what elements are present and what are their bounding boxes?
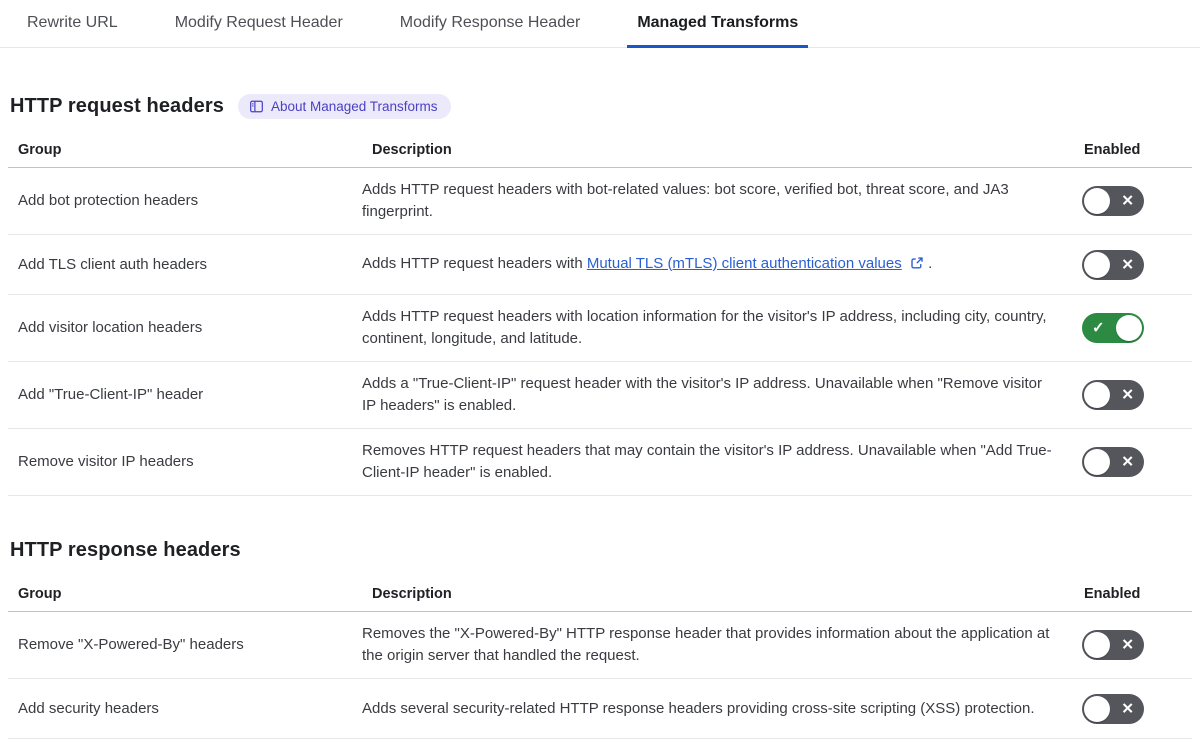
- table-row: Remove "X-Powered-By" headers Removes th…: [8, 612, 1192, 679]
- response-section-title: HTTP response headers: [10, 538, 241, 561]
- description-cell: Adds a "True-Client-IP" request header w…: [362, 375, 1042, 414]
- enabled-toggle[interactable]: ✓ ✕: [1082, 693, 1144, 724]
- request-headers-table: Group Description Enabled Add bot protec…: [8, 134, 1192, 496]
- response-headers-table: Group Description Enabled Remove "X-Powe…: [8, 578, 1192, 739]
- group-cell: Remove visitor IP headers: [18, 453, 194, 470]
- cross-icon: ✕: [1121, 256, 1134, 273]
- group-cell: Add security headers: [18, 699, 159, 717]
- column-header-description: Description: [372, 142, 452, 158]
- toggle-knob: [1084, 695, 1110, 722]
- cross-icon: ✕: [1121, 453, 1134, 471]
- description-cell: Removes HTTP request headers that may co…: [362, 442, 1052, 481]
- enabled-toggle[interactable]: ✓ ✕: [1082, 186, 1144, 216]
- check-icon: ✓: [1092, 319, 1105, 337]
- cross-icon: ✕: [1121, 386, 1134, 404]
- column-header-enabled: Enabled: [1084, 142, 1141, 158]
- book-icon: [249, 99, 264, 114]
- table-row: Remove visitor IP headers Removes HTTP r…: [8, 429, 1192, 496]
- table-header-row: Group Description Enabled: [8, 134, 1192, 168]
- tab-modify-request-header[interactable]: Modify Request Header: [165, 1, 353, 48]
- group-cell: Add TLS client auth headers: [18, 255, 208, 273]
- description-cell: Adds HTTP request headers with Mutual TL…: [362, 242, 1082, 288]
- group-cell: Add bot protection headers: [18, 192, 199, 209]
- group-cell: Remove "X-Powered-By" headers: [18, 636, 244, 653]
- table-row: Add security headers Adds several securi…: [8, 679, 1192, 739]
- toggle-knob: [1084, 251, 1110, 278]
- column-header-group: Group: [18, 586, 62, 602]
- cross-icon: ✕: [1121, 700, 1134, 717]
- tab-modify-response-header[interactable]: Modify Response Header: [390, 1, 591, 48]
- about-managed-transforms-label: About Managed Transforms: [270, 98, 438, 114]
- about-managed-transforms-link[interactable]: About Managed Transforms: [237, 93, 451, 119]
- enabled-toggle[interactable]: ✓ ✕: [1082, 380, 1144, 410]
- request-section-title: HTTP request headers: [10, 94, 224, 117]
- table-row: Add bot protection headers Adds HTTP req…: [8, 168, 1192, 235]
- description-cell: Removes the "X-Powered-By" HTTP response…: [362, 625, 1050, 664]
- group-cell: Add visitor location headers: [18, 319, 203, 336]
- tab-bar: Rewrite URL Modify Request Header Modify…: [0, 0, 1200, 48]
- description-cell: Adds HTTP request headers with bot-relat…: [362, 181, 1009, 220]
- tab-managed-transforms[interactable]: Managed Transforms: [627, 1, 809, 48]
- request-headers-section: HTTP request headers About Managed Trans…: [8, 92, 1192, 496]
- table-row: Add "True-Client-IP" header Adds a "True…: [8, 362, 1192, 429]
- column-header-group: Group: [18, 142, 62, 158]
- description-cell: Adds HTTP request headers with location …: [362, 308, 1047, 347]
- response-headers-section: HTTP response headers Group Description …: [8, 536, 1192, 739]
- group-cell: Add "True-Client-IP" header: [18, 386, 204, 403]
- table-row: Add TLS client auth headers Adds HTTP re…: [8, 235, 1192, 295]
- table-row: Add visitor location headers Adds HTTP r…: [8, 295, 1192, 362]
- enabled-toggle[interactable]: ✓ ✕: [1082, 447, 1144, 477]
- table-header-row: Group Description Enabled: [8, 578, 1192, 612]
- toggle-knob: [1084, 449, 1110, 475]
- mtls-documentation-link[interactable]: Mutual TLS (mTLS) client authentication …: [587, 255, 902, 272]
- enabled-toggle[interactable]: ✓ ✕: [1082, 630, 1144, 660]
- external-link-icon: [910, 255, 924, 277]
- toggle-knob: [1084, 632, 1110, 658]
- tab-rewrite-url[interactable]: Rewrite URL: [17, 1, 128, 48]
- toggle-knob: [1116, 315, 1142, 341]
- enabled-toggle[interactable]: ✓ ✕: [1082, 313, 1144, 343]
- description-cell: Adds several security-related HTTP respo…: [362, 699, 1035, 717]
- toggle-knob: [1084, 382, 1110, 408]
- cross-icon: ✕: [1121, 192, 1134, 210]
- column-header-description: Description: [372, 586, 452, 602]
- toggle-knob: [1084, 188, 1110, 214]
- enabled-toggle[interactable]: ✓ ✕: [1082, 249, 1144, 280]
- cross-icon: ✕: [1121, 636, 1134, 654]
- column-header-enabled: Enabled: [1084, 586, 1141, 602]
